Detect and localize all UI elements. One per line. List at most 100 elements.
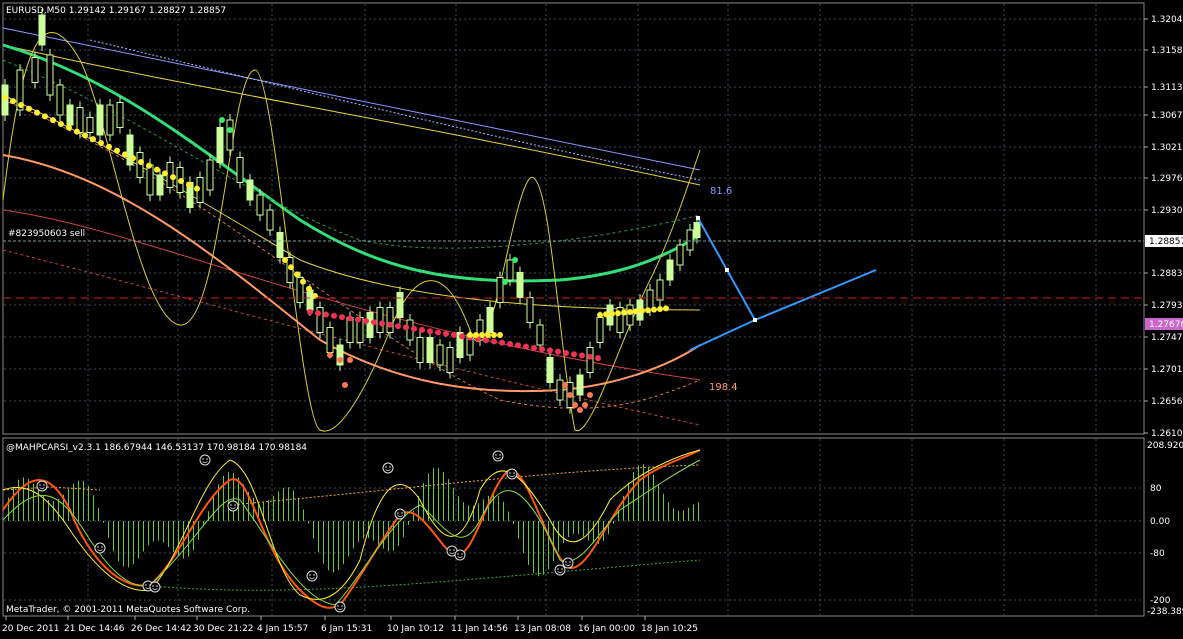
candle-body bbox=[446, 347, 454, 373]
candle[interactable] bbox=[126, 129, 134, 171]
smiley-face bbox=[382, 462, 394, 474]
candle-body bbox=[236, 157, 244, 183]
smiley-eye bbox=[230, 504, 232, 506]
signal-smiley-icon[interactable] bbox=[492, 450, 504, 462]
copyright-text: MetaTrader, © 2001-2011 MetaQuotes Softw… bbox=[6, 605, 250, 615]
signal-smiley-icon[interactable] bbox=[306, 570, 318, 582]
projection-point[interactable] bbox=[753, 318, 757, 322]
candle[interactable] bbox=[31, 51, 39, 89]
candle[interactable] bbox=[376, 301, 384, 339]
candle[interactable] bbox=[236, 151, 244, 189]
signal-smiley-icon[interactable] bbox=[334, 601, 346, 613]
histogram-bar bbox=[593, 521, 594, 544]
signal-dot-red bbox=[523, 343, 529, 350]
signal-smiley-icon[interactable] bbox=[562, 557, 574, 569]
signal-dot-red bbox=[379, 320, 385, 327]
signal-dot-orange bbox=[582, 402, 588, 408]
candle-body bbox=[646, 289, 654, 311]
annotation-upper: 81.6 bbox=[710, 186, 732, 197]
histogram-bar bbox=[458, 495, 459, 521]
smiley-eye bbox=[43, 484, 45, 486]
candle[interactable] bbox=[446, 341, 454, 379]
candle[interactable] bbox=[116, 96, 124, 134]
annotation-lower: 198.4 bbox=[709, 382, 738, 393]
signal-smiley-icon[interactable] bbox=[506, 468, 518, 480]
candle[interactable] bbox=[276, 226, 284, 264]
signal-dot-yellow bbox=[42, 113, 48, 120]
signal-dot-green bbox=[502, 279, 508, 285]
histogram-bar bbox=[578, 521, 579, 535]
price-tick-label: 1.27930 bbox=[1151, 301, 1183, 311]
candle[interactable] bbox=[316, 301, 324, 339]
signal-smiley-icon[interactable] bbox=[554, 564, 566, 576]
signal-smiley-icon[interactable] bbox=[394, 508, 406, 520]
signal-dot-yellow bbox=[2, 94, 8, 101]
histogram-bar bbox=[98, 507, 99, 521]
candle-body bbox=[536, 324, 544, 346]
candle[interactable] bbox=[616, 301, 624, 339]
signal-dot-yellow bbox=[34, 109, 40, 116]
signal-smiley-icon[interactable] bbox=[36, 480, 48, 492]
candle[interactable] bbox=[106, 99, 114, 141]
candle[interactable] bbox=[366, 306, 374, 344]
histogram-bar bbox=[43, 495, 44, 521]
signal-smiley-icon[interactable] bbox=[227, 500, 239, 512]
histogram-bar bbox=[308, 521, 309, 524]
signal-smiley-icon[interactable] bbox=[199, 454, 211, 466]
candle[interactable] bbox=[206, 154, 214, 196]
candle-body bbox=[426, 337, 434, 363]
candle[interactable] bbox=[546, 351, 554, 389]
candle[interactable] bbox=[96, 99, 104, 141]
signal-dot-green bbox=[227, 127, 233, 133]
candle[interactable] bbox=[216, 121, 224, 169]
histogram-bar bbox=[358, 521, 359, 543]
signal-dot-red bbox=[595, 355, 601, 362]
candle[interactable] bbox=[526, 291, 534, 329]
histogram-bar bbox=[28, 479, 29, 521]
candle-body bbox=[526, 297, 534, 323]
price-tick-label: 1.30215 bbox=[1151, 143, 1183, 153]
signal-dot-orange bbox=[577, 407, 583, 413]
histogram-bar bbox=[108, 521, 109, 538]
candle[interactable] bbox=[16, 64, 24, 116]
candle[interactable] bbox=[56, 79, 64, 121]
projection-point[interactable] bbox=[696, 216, 700, 220]
signal-dot-red bbox=[571, 351, 577, 358]
time-tick-label: 4 Jan 15:57 bbox=[257, 624, 308, 634]
price-tick-label: 1.30675 bbox=[1151, 111, 1183, 121]
candle[interactable] bbox=[426, 331, 434, 369]
histogram-bar bbox=[83, 481, 84, 521]
signal-smiley-icon[interactable] bbox=[94, 542, 106, 554]
candle[interactable] bbox=[496, 271, 504, 309]
candle[interactable] bbox=[46, 49, 54, 101]
signal-dot-yellow bbox=[621, 309, 627, 316]
smiley-face bbox=[36, 480, 48, 492]
signal-smiley-icon[interactable] bbox=[149, 581, 161, 593]
projection-point[interactable] bbox=[725, 268, 729, 272]
histogram-bar bbox=[613, 521, 614, 524]
candle[interactable] bbox=[396, 286, 404, 324]
signal-smiley-icon[interactable] bbox=[454, 549, 466, 561]
candle[interactable] bbox=[416, 331, 424, 369]
smiley-eye bbox=[401, 512, 403, 514]
candle[interactable] bbox=[456, 326, 464, 364]
smiley-face bbox=[199, 454, 211, 466]
histogram-bar bbox=[523, 521, 524, 553]
candle[interactable] bbox=[586, 341, 594, 379]
candle[interactable] bbox=[226, 114, 234, 156]
candle-body bbox=[376, 307, 384, 333]
candle[interactable] bbox=[386, 301, 394, 339]
chart-window[interactable]: #823950603 sell EURUSD,M50 1.29142 1.291… bbox=[0, 0, 1183, 635]
signal-smiley-icon[interactable] bbox=[382, 462, 394, 474]
price-tick-label: 1.27470 bbox=[1151, 333, 1183, 343]
chart-canvas[interactable]: #823950603 sell EURUSD,M50 1.29142 1.291… bbox=[0, 0, 1183, 635]
candle[interactable] bbox=[136, 146, 144, 184]
signal-dot-yellow bbox=[170, 174, 176, 181]
price-tick-label: 1.26560 bbox=[1151, 397, 1183, 407]
smiley-eye bbox=[341, 605, 343, 607]
candle-body bbox=[86, 117, 94, 133]
histogram-bar bbox=[658, 483, 659, 521]
histogram-bar bbox=[298, 498, 299, 521]
indicator-tick-label: -80 bbox=[1150, 549, 1165, 559]
signal-dot-yellow bbox=[74, 128, 80, 135]
